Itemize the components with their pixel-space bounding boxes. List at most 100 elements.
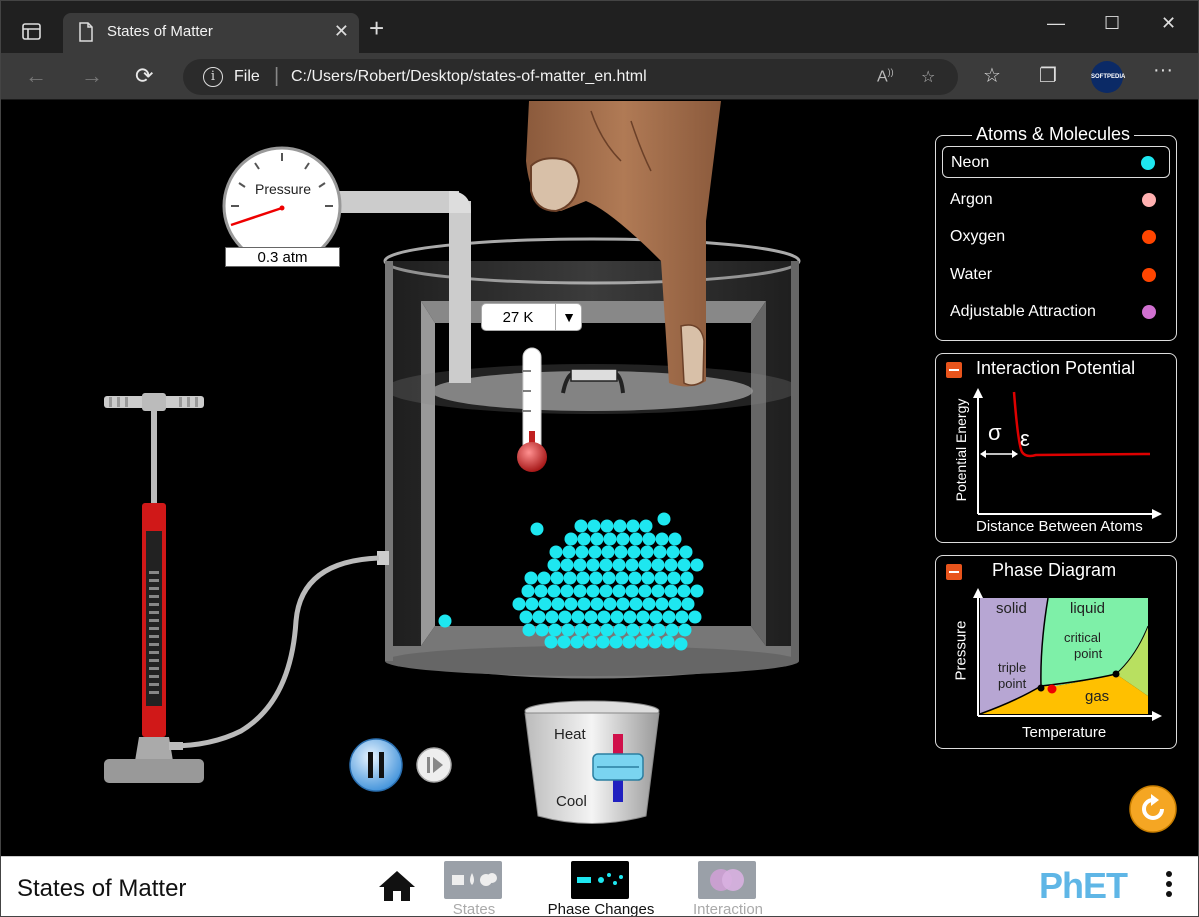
neon-atom: [688, 610, 702, 624]
atom-color-icon: [1142, 192, 1156, 207]
neon-atom: [690, 558, 704, 572]
read-aloud-icon[interactable]: A)): [877, 67, 894, 86]
neon-atom: [601, 545, 615, 559]
pause-button[interactable]: [349, 738, 403, 792]
neon-atom: [612, 558, 626, 572]
neon-atom: [538, 597, 552, 611]
neon-atom: [557, 635, 571, 649]
neon-atom: [622, 635, 636, 649]
neon-atom: [612, 584, 626, 598]
neon-atom: [573, 584, 587, 598]
new-tab-icon[interactable]: +: [369, 15, 384, 41]
atom-color-icon: [1142, 267, 1156, 282]
triple-point-label-2: point: [998, 676, 1027, 691]
neon-atom: [657, 512, 671, 526]
atom-option-neon[interactable]: Neon: [942, 146, 1170, 178]
tab-actions-icon[interactable]: [11, 11, 51, 51]
favorites-icon[interactable]: ☆: [983, 63, 1001, 88]
neon-atom: [638, 584, 652, 598]
atom-option-argon[interactable]: Argon: [942, 184, 1170, 216]
atoms-molecules-panel: Atoms & Molecules Neon Argon Oxygen Water Ad…: [935, 124, 1177, 341]
neon-atom: [574, 623, 588, 637]
neon-atom: [638, 558, 652, 572]
neon-atom: [609, 635, 623, 649]
atom-color-icon: [1142, 305, 1156, 319]
neon-atom: [662, 610, 676, 624]
document-icon: [77, 22, 95, 47]
collections-icon[interactable]: ❐: [1039, 63, 1057, 88]
back-icon[interactable]: ←: [25, 63, 47, 89]
neon-atom: [560, 558, 574, 572]
profile-avatar[interactable]: SOFTPEDIA: [1091, 61, 1125, 93]
cool-label: Cool: [556, 793, 587, 810]
heat-label: Heat: [554, 726, 586, 743]
liquid-label: liquid: [1070, 600, 1106, 617]
screen-phase-changes-label: Phase Changes: [547, 901, 655, 917]
atom-option-oxygen[interactable]: Oxygen: [942, 221, 1170, 253]
neon-atom: [547, 584, 561, 598]
tab-title: States of Matter: [107, 23, 213, 40]
phet-logo[interactable]: PhET: [1039, 865, 1128, 907]
home-icon[interactable]: [377, 869, 417, 908]
neon-atom: [635, 635, 649, 649]
neon-atom: [575, 545, 589, 559]
neon-atom: [666, 545, 680, 559]
neon-atom: [586, 558, 600, 572]
address-bar[interactable]: i File | C:/Users/Robert/Desktop/states-…: [183, 59, 958, 95]
screen-interaction-button[interactable]: Interaction: [668, 859, 788, 916]
add-favorite-icon[interactable]: ☆: [921, 67, 935, 87]
neon-atom: [642, 532, 656, 546]
browser-toolbar: ← → ⟳ i File | C:/Users/Robert/Desktop/s…: [1, 53, 1198, 100]
forward-icon[interactable]: →: [81, 63, 103, 89]
info-icon[interactable]: i: [203, 67, 223, 87]
neon-atom: [610, 610, 624, 624]
screen-states-button[interactable]: States: [414, 859, 534, 916]
neon-atom: [615, 571, 629, 585]
phase-ylabel: Pressure: [952, 620, 970, 681]
neon-atom: [600, 519, 614, 533]
gas-label: gas: [1085, 688, 1110, 705]
more-menu-icon[interactable]: ···: [1153, 59, 1173, 82]
heat-cool-slider[interactable]: [591, 751, 645, 781]
atom-color-icon: [1142, 230, 1156, 244]
phet-menu-icon[interactable]: [1166, 871, 1176, 901]
temperature-readout[interactable]: 27 K ▼: [481, 303, 582, 331]
neon-atom: [625, 584, 639, 598]
browser-window: States of Matter ✕ + — ☐ ✕ ← → ⟳ i File …: [0, 0, 1199, 917]
reset-all-button[interactable]: [1129, 785, 1177, 833]
maximize-icon[interactable]: ☐: [1104, 13, 1120, 34]
neon-atom: [629, 597, 643, 611]
neon-atom: [667, 571, 681, 585]
close-tab-icon[interactable]: ✕: [334, 21, 349, 42]
screen-phase-changes-button[interactable]: Phase Changes: [541, 859, 661, 917]
neon-atom: [562, 545, 576, 559]
neon-atom: [535, 623, 549, 637]
address-scheme: File: [234, 68, 260, 85]
pressure-readout: 0.3 atm: [225, 247, 340, 267]
atom-option-label: Neon: [951, 154, 990, 171]
collapse-interaction-button[interactable]: [946, 362, 962, 378]
pressure-gauge-label: Pressure: [254, 181, 312, 197]
refresh-icon[interactable]: ⟳: [135, 63, 153, 89]
temperature-units-dropdown-icon[interactable]: ▼: [555, 304, 582, 330]
neon-atom: [603, 532, 617, 546]
neon-atom: [577, 532, 591, 546]
collapse-phase-button[interactable]: [946, 564, 962, 580]
neon-atom: [547, 558, 561, 572]
neon-atom: [680, 571, 694, 585]
address-separator: |: [274, 65, 280, 87]
atom-option-adjustable-attraction[interactable]: Adjustable Attraction: [942, 296, 1170, 328]
neon-atom: [649, 610, 663, 624]
neon-atom: [548, 623, 562, 637]
neon-atom: [640, 545, 654, 559]
address-url[interactable]: C:/Users/Robert/Desktop/states-of-matter…: [291, 68, 647, 86]
phase-diagram-graph: [973, 588, 1162, 721]
atom-option-water[interactable]: Water: [942, 259, 1170, 291]
neon-atom: [551, 597, 565, 611]
browser-tab[interactable]: States of Matter ✕: [63, 13, 359, 53]
minimize-icon[interactable]: —: [1047, 13, 1065, 34]
neon-atom: [560, 584, 574, 598]
close-window-icon[interactable]: ✕: [1161, 13, 1176, 34]
neon-atom: [639, 519, 653, 533]
neon-atom: [614, 545, 628, 559]
